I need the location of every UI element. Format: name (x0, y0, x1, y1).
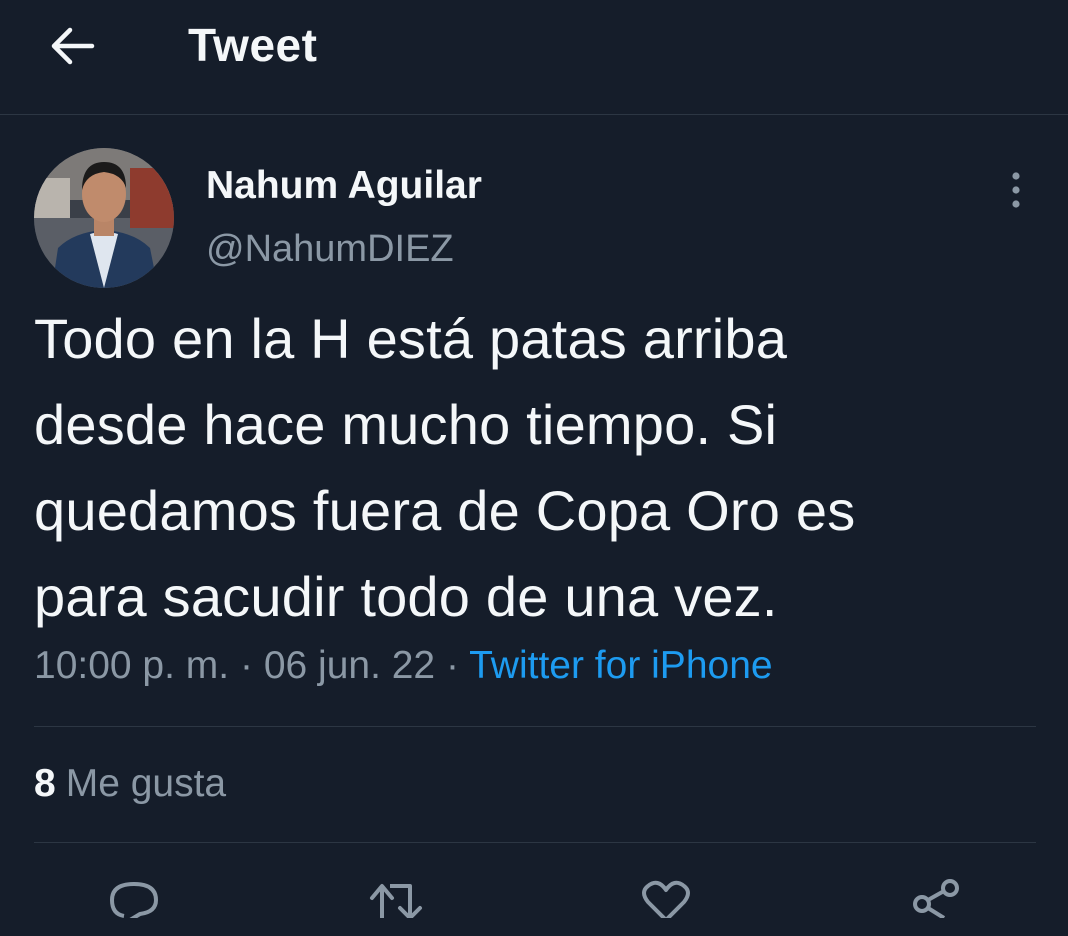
tweet-text-line: desde hace mucho tiempo. Si (34, 393, 778, 456)
page-title: Tweet (188, 19, 318, 71)
author-handle[interactable]: @NahumDIEZ (206, 228, 454, 271)
share-button[interactable] (906, 876, 966, 936)
likes-summary[interactable]: 8 Me gusta (34, 762, 226, 806)
divider (34, 726, 1036, 727)
likes-count: 8 (34, 762, 56, 805)
tweet-text-line: quedamos fuera de Copa Oro es (34, 479, 856, 542)
arrow-left-icon (51, 27, 95, 65)
tweet-source-link[interactable]: Twitter for iPhone (469, 644, 772, 687)
likes-label: Me gusta (65, 762, 227, 805)
tweet-time: 10:00 p. m. (34, 644, 230, 687)
reply-button[interactable] (104, 876, 164, 936)
more-vertical-icon (1012, 172, 1020, 208)
tweet-text-line: Todo en la H está patas arriba (34, 307, 788, 370)
like-icon (642, 880, 690, 918)
tweet-text-line: para sacudir todo de una vez. (34, 565, 778, 628)
retweet-icon (370, 884, 422, 918)
meta-separator: · (239, 644, 253, 687)
meta-separator: · (445, 644, 459, 687)
top-bar: Tweet (0, 0, 1068, 115)
profile-photo-icon (34, 148, 174, 288)
tweet-date: 06 jun. 22 (263, 644, 436, 687)
more-options-button[interactable] (996, 166, 1036, 214)
avatar[interactable] (34, 148, 174, 288)
retweet-button[interactable] (366, 876, 426, 936)
tweet-text: Todo en la H está patas arriba desde hac… (34, 296, 1034, 640)
share-icon (913, 879, 959, 918)
tweet-metadata: 10:00 p. m. · 06 jun. 22 · Twitter for i… (34, 644, 773, 688)
reply-icon (110, 882, 158, 918)
divider (34, 842, 1036, 843)
like-button[interactable] (636, 876, 696, 936)
back-button[interactable] (40, 14, 104, 78)
author-display-name[interactable]: Nahum Aguilar (206, 164, 482, 208)
